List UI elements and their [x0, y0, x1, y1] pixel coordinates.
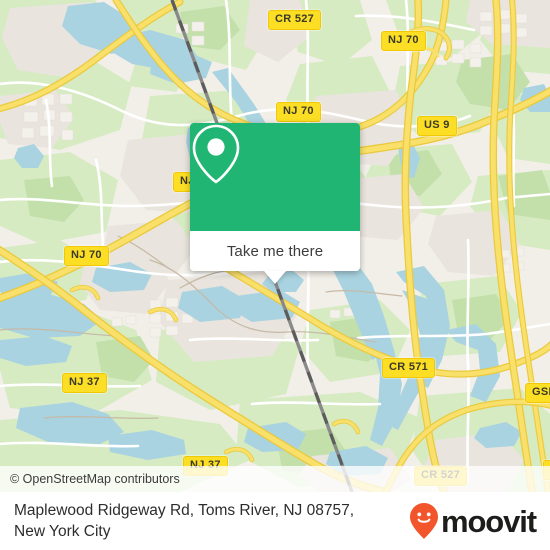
location-popup-card[interactable]: Take me there: [190, 123, 360, 284]
popup-card-footer[interactable]: Take me there: [190, 231, 360, 284]
road-shield: NJ 70: [381, 31, 426, 51]
moovit-map-screen: CR 527 NJ 70 NJ 70 US 9 NJ NJ 70 CR 571 …: [0, 0, 550, 550]
road-shield: NJ 70: [64, 246, 109, 266]
road-shield: CR 527: [268, 10, 322, 30]
road-shield: NJ 37: [62, 373, 107, 393]
map-pin-icon: [192, 124, 240, 184]
road-shield: US 9: [417, 116, 457, 136]
moovit-pin-icon: [409, 503, 438, 539]
address-line-1: Maplewood Ridgeway Rd, Toms River, NJ 08…: [14, 502, 355, 519]
moovit-wordmark: moovit: [440, 503, 537, 539]
road-shield: NJ 70: [276, 102, 321, 122]
map-attribution-bar: © OpenStreetMap contributors: [0, 466, 550, 492]
moovit-logo[interactable]: moovit: [409, 502, 537, 540]
road-shield: GSP: [525, 383, 550, 403]
map-canvas[interactable]: CR 527 NJ 70 NJ 70 US 9 NJ NJ 70 CR 571 …: [0, 0, 550, 492]
popup-card-header: [190, 123, 360, 231]
popup-card-tail: [264, 271, 286, 284]
road-shield: CR 571: [382, 358, 436, 378]
take-me-there-label: Take me there: [226, 242, 324, 260]
osm-attribution-text[interactable]: © OpenStreetMap contributors: [0, 472, 180, 486]
address-line-2: New York City: [14, 523, 111, 540]
address-block: Maplewood Ridgeway Rd, Toms River, NJ 08…: [14, 500, 354, 542]
bottom-info-bar: Maplewood Ridgeway Rd, Toms River, NJ 08…: [0, 492, 550, 550]
